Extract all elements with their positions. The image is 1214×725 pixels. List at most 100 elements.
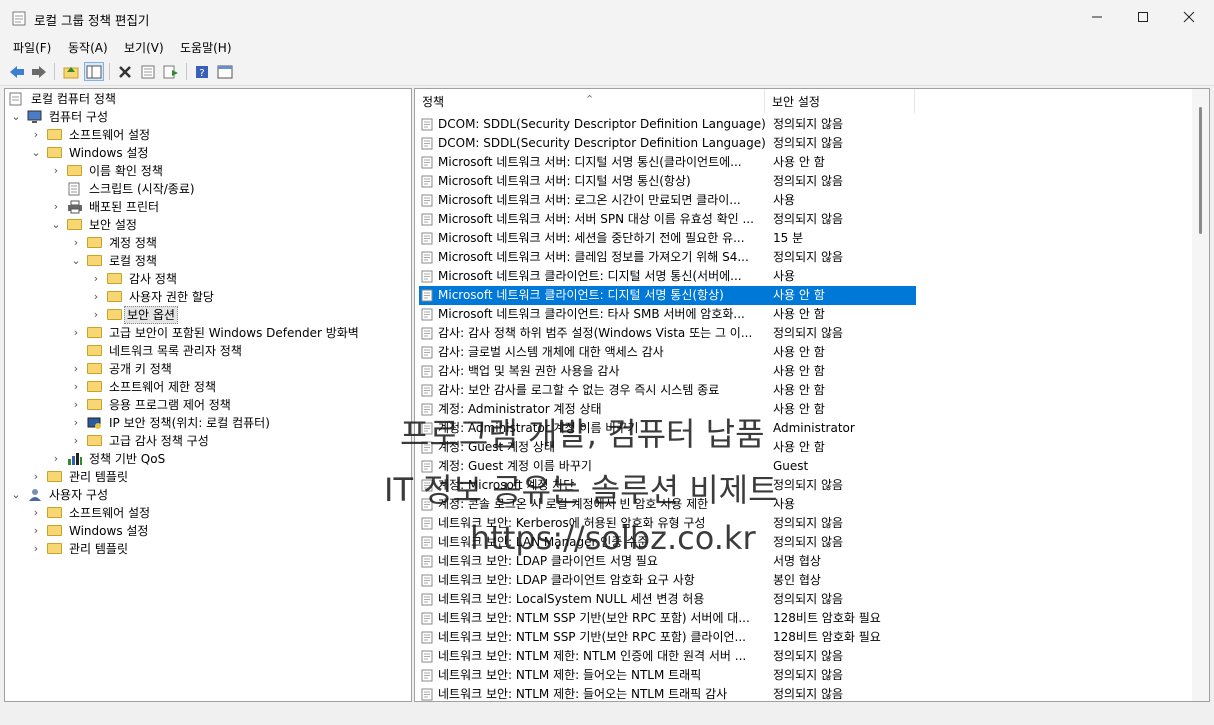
export-list-icon[interactable] bbox=[161, 62, 181, 81]
chevron-right-icon[interactable]: › bbox=[51, 162, 61, 180]
policy-name: 감사: 보안 감사를 로그할 수 없는 경우 즉시 시스템 종료 bbox=[438, 383, 720, 397]
security-setting-value: Guest bbox=[773, 459, 809, 473]
policy-row[interactable]: 감사: 보안 감사를 로그할 수 없는 경우 즉시 시스템 종료 사용 안 함 bbox=[419, 381, 916, 400]
chevron-down-icon[interactable]: ⌄ bbox=[11, 486, 21, 504]
tree-label: 사용자 구성 bbox=[49, 488, 109, 502]
column-header-policy-label: 정책 bbox=[422, 95, 445, 109]
tree-pane[interactable]: 로컬 컴퓨터 정책 ⌄ 컴퓨터 구성 › 소프트웨어 설정 ⌄ Windows … bbox=[4, 88, 412, 702]
back-icon[interactable] bbox=[7, 62, 27, 81]
chevron-right-icon[interactable]: › bbox=[31, 504, 41, 522]
sort-ascending-icon: ⌃ bbox=[585, 93, 595, 106]
chevron-down-icon[interactable]: ⌄ bbox=[31, 144, 41, 162]
show-hide-tree-icon[interactable] bbox=[84, 62, 104, 81]
policy-row[interactable]: Microsoft 네트워크 클라이언트: 디지털 서명 통신(항상) 사용 안 … bbox=[419, 286, 916, 305]
policy-name: Microsoft 네트워크 클라이언트: 디지털 서명 통신(항상) bbox=[438, 288, 724, 302]
policy-row[interactable]: DCOM: SDDL(Security Descriptor Definitio… bbox=[419, 134, 916, 153]
chevron-right-icon[interactable]: › bbox=[71, 396, 81, 414]
tree-label: 소프트웨어 설정 bbox=[69, 128, 151, 142]
policy-row[interactable]: 감사: 백업 및 복원 권한 사용을 감사 사용 안 함 bbox=[419, 362, 916, 381]
console-view-icon[interactable] bbox=[215, 62, 235, 81]
chevron-right-icon[interactable]: › bbox=[71, 324, 81, 342]
chevron-right-icon[interactable]: › bbox=[91, 288, 101, 306]
policy-row[interactable]: Microsoft 네트워크 서버: 서버 SPN 대상 이름 유효성 확인 .… bbox=[419, 210, 916, 229]
security-setting-value: 사용 안 함 bbox=[773, 345, 825, 359]
chevron-down-icon[interactable]: ⌄ bbox=[11, 108, 21, 126]
chevron-right-icon[interactable]: › bbox=[31, 468, 41, 486]
up-folder-icon[interactable] bbox=[61, 62, 81, 81]
policy-row[interactable]: Microsoft 네트워크 서버: 세션을 중단하기 전에 필요한 유... 1… bbox=[419, 229, 916, 248]
policy-row[interactable]: 네트워크 보안: NTLM SSP 기반(보안 RPC 포함) 서버에 대...… bbox=[419, 609, 916, 628]
column-header-policy[interactable]: 정책 ⌃ bbox=[415, 89, 765, 113]
policy-row[interactable]: 네트워크 보안: LocalSystem NULL 세션 변경 허용 정의되지 않… bbox=[419, 590, 916, 609]
vertical-scrollbar[interactable] bbox=[1192, 89, 1209, 701]
printer-icon bbox=[67, 200, 83, 214]
delete-icon[interactable] bbox=[115, 62, 135, 81]
policy-row[interactable]: Microsoft 네트워크 클라이언트: 타사 SMB 서버에 암호화... 사… bbox=[419, 305, 916, 324]
security-setting-value: 사용 안 함 bbox=[773, 155, 825, 169]
policy-row[interactable]: 네트워크 보안: NTLM 제한: 들어오는 NTLM 트래픽 감사 정의되지 않… bbox=[419, 685, 916, 701]
chevron-right-icon[interactable]: › bbox=[31, 540, 41, 558]
chevron-right-icon[interactable]: › bbox=[71, 360, 81, 378]
policy-list-pane[interactable]: 정책 ⌃ 보안 설정 DCOM: SDDL(Security Descripto… bbox=[414, 88, 1210, 702]
policy-row[interactable]: Microsoft 네트워크 서버: 디지털 서명 통신(항상) 정의되지 않음 bbox=[419, 172, 916, 191]
policy-setting-icon bbox=[421, 365, 434, 378]
scrollbar-thumb[interactable] bbox=[1199, 107, 1202, 234]
policy-row[interactable]: Microsoft 네트워크 서버: 클레임 정보를 가져오기 위해 S4...… bbox=[419, 248, 916, 267]
properties-icon[interactable] bbox=[138, 62, 158, 81]
chevron-down-icon[interactable]: ⌄ bbox=[71, 252, 81, 270]
policy-setting-icon bbox=[421, 346, 434, 359]
policy-row[interactable]: 네트워크 보안: LDAP 클라이언트 암호화 요구 사항 봉인 협상 bbox=[419, 571, 916, 590]
menu-view[interactable]: 보기(V) bbox=[124, 39, 164, 56]
minimize-button[interactable] bbox=[1074, 0, 1120, 36]
policy-name: DCOM: SDDL(Security Descriptor Definitio… bbox=[438, 136, 766, 150]
lock-folder-icon bbox=[87, 236, 103, 250]
policy-setting-icon bbox=[421, 289, 434, 302]
tree-label: 보안 옵션 bbox=[124, 306, 178, 324]
policy-row[interactable]: Microsoft 네트워크 클라이언트: 디지털 서명 통신(서버에... 사용 bbox=[419, 267, 916, 286]
policy-setting-icon bbox=[421, 194, 434, 207]
policy-setting-icon bbox=[421, 118, 434, 131]
chevron-right-icon[interactable]: › bbox=[71, 234, 81, 252]
chevron-right-icon[interactable]: › bbox=[91, 306, 101, 324]
maximize-button[interactable] bbox=[1120, 0, 1166, 36]
security-setting-value: 정의되지 않음 bbox=[773, 174, 844, 188]
policy-row[interactable]: 감사: 글로벌 시스템 개체에 대한 액세스 감사 사용 안 함 bbox=[419, 343, 916, 362]
chevron-right-icon[interactable]: › bbox=[31, 522, 41, 540]
content-area: 로컬 컴퓨터 정책 ⌄ 컴퓨터 구성 › 소프트웨어 설정 ⌄ Windows … bbox=[0, 86, 1214, 725]
chevron-right-icon[interactable]: › bbox=[71, 432, 81, 450]
policy-row[interactable]: Microsoft 네트워크 서버: 로그온 시간이 만료되면 클라이... 사용 bbox=[419, 191, 916, 210]
folder-icon bbox=[47, 506, 63, 520]
chevron-right-icon[interactable]: › bbox=[71, 414, 81, 432]
close-button[interactable] bbox=[1166, 0, 1212, 36]
policy-row[interactable]: 네트워크 보안: NTLM 제한: NTLM 인증에 대한 원격 서버 ... 정… bbox=[419, 647, 916, 666]
folder-icon bbox=[87, 434, 103, 448]
column-header-setting[interactable]: 보안 설정 bbox=[765, 89, 915, 113]
tree-label: 관리 템플릿 bbox=[69, 542, 129, 556]
chevron-right-icon[interactable]: › bbox=[51, 198, 61, 216]
chevron-right-icon[interactable]: › bbox=[91, 270, 101, 288]
chevron-right-icon[interactable]: › bbox=[31, 126, 41, 144]
chevron-right-icon[interactable]: › bbox=[51, 450, 61, 468]
forward-icon[interactable] bbox=[29, 62, 49, 81]
security-setting-value: 정의되지 않음 bbox=[773, 117, 844, 131]
chevron-right-icon[interactable]: › bbox=[71, 378, 81, 396]
policy-name: 네트워크 보안: LDAP 클라이언트 암호화 요구 사항 bbox=[438, 573, 695, 587]
help-icon[interactable]: ? bbox=[192, 62, 212, 81]
menu-help[interactable]: 도움말(H) bbox=[180, 39, 232, 56]
policy-row[interactable]: Microsoft 네트워크 서버: 디지털 서명 통신(클라이언트에... 사용… bbox=[419, 153, 916, 172]
policy-row[interactable]: DCOM: SDDL(Security Descriptor Definitio… bbox=[419, 115, 916, 134]
chevron-down-icon[interactable]: ⌄ bbox=[51, 216, 61, 234]
folder-icon bbox=[87, 344, 103, 358]
policy-row[interactable]: 네트워크 보안: NTLM SSP 기반(보안 RPC 포함) 클라이언... 1… bbox=[419, 628, 916, 647]
policy-row[interactable]: 네트워크 보안: NTLM 제한: 들어오는 NTLM 트래픽 정의되지 않음 bbox=[419, 666, 916, 685]
tree-label: 사용자 권한 할당 bbox=[129, 290, 214, 304]
menu-file[interactable]: 파일(F) bbox=[13, 39, 51, 56]
policy-setting-icon bbox=[421, 536, 434, 549]
security-setting-value: 128비트 암호화 필요 bbox=[773, 611, 881, 625]
security-setting-value: 사용 bbox=[773, 497, 796, 511]
menu-action[interactable]: 동작(A) bbox=[68, 39, 108, 56]
policy-name: 네트워크 보안: NTLM 제한: 들어오는 NTLM 트래픽 bbox=[438, 668, 702, 682]
bar-chart-icon bbox=[67, 452, 83, 466]
tree-label: 고급 보안이 포함된 Windows Defender 방화벽 bbox=[109, 326, 359, 340]
policy-row[interactable]: 감사: 감사 정책 하위 범주 설정(Windows Vista 또는 그 이.… bbox=[419, 324, 916, 343]
